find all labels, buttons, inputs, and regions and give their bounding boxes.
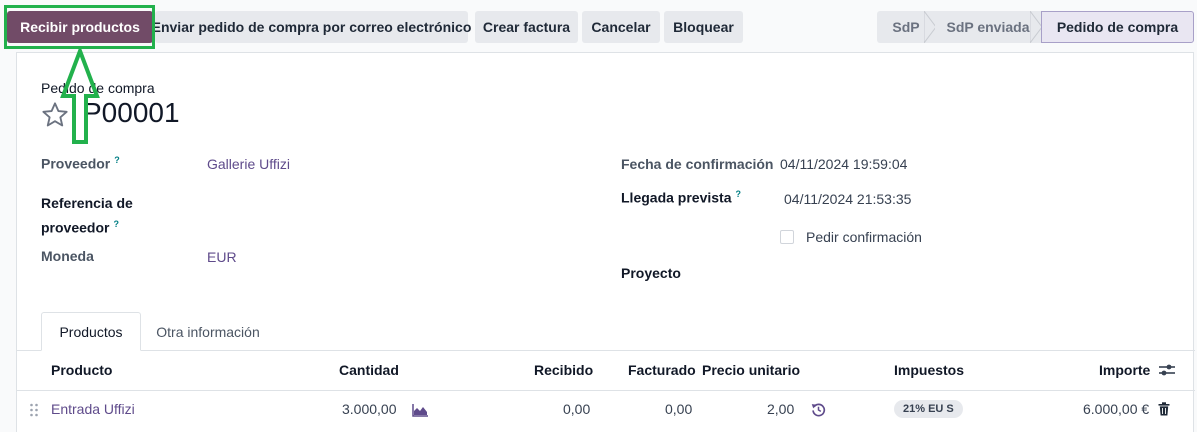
cell-amount: 6.000,00 € — [1083, 401, 1150, 417]
cell-received: 0,00 — [563, 401, 591, 417]
confirmation-date-field[interactable]: 04/11/2024 19:59:04 — [780, 156, 907, 172]
column-header-billed[interactable]: Facturado — [628, 362, 696, 378]
vendor-field[interactable]: Gallerie Uffizi — [207, 156, 290, 172]
vendor-label-text: Proveedor — [41, 155, 111, 172]
tab-products[interactable]: Productos — [41, 312, 141, 351]
cell-product[interactable]: Entrada Uffizi — [51, 401, 135, 417]
confirmation-date-label: Fecha de confirmación — [621, 156, 774, 172]
column-header-taxes[interactable]: Impuestos — [894, 362, 964, 378]
vendor-label: Proveedor? — [41, 155, 120, 172]
currency-label: Moneda — [41, 248, 94, 264]
optional-columns-icon[interactable] — [1158, 362, 1176, 378]
help-icon[interactable]: ? — [113, 219, 119, 229]
cell-quantity[interactable]: 3.000,00 — [342, 401, 397, 417]
vendor-reference-label: Referencia de proveedor? — [41, 193, 133, 239]
ask-confirmation-label: Pedir confirmación — [806, 229, 922, 245]
annotation-arrow-icon — [60, 48, 100, 144]
project-field[interactable] — [780, 263, 1180, 285]
cell-unit-price[interactable]: 2,00 — [767, 401, 794, 417]
stage-rfq[interactable]: SdP — [877, 11, 936, 43]
ask-confirmation-checkbox[interactable] — [780, 230, 794, 244]
expected-arrival-label-text: Llegada prevista — [621, 189, 732, 206]
expected-arrival-label: Llegada prevista? — [621, 189, 741, 206]
tax-badge[interactable]: 21% EU S — [894, 400, 963, 418]
vendor-reference-label-line2: proveedor — [41, 219, 110, 236]
table-row[interactable] — [17, 391, 1195, 431]
column-header-unit-price[interactable]: Precio unitario — [702, 362, 800, 378]
send-po-email-button[interactable]: Enviar pedido de compra por correo elect… — [152, 11, 471, 43]
column-header-received[interactable]: Recibido — [534, 362, 593, 378]
project-label: Proyecto — [621, 265, 681, 281]
column-header-quantity[interactable]: Cantidad — [339, 362, 399, 378]
cell-billed: 0,00 — [665, 401, 693, 417]
drag-handle-icon[interactable] — [29, 403, 39, 417]
stage-purchase-order[interactable]: Pedido de compra — [1041, 11, 1194, 43]
help-icon[interactable]: ? — [736, 189, 742, 199]
status-bar: SdP SdP enviada Pedido de compra — [877, 11, 1194, 43]
vendor-reference-field[interactable] — [207, 193, 567, 215]
expected-arrival-field[interactable]: 04/11/2024 21:53:35 — [784, 191, 911, 207]
trash-icon[interactable] — [1158, 402, 1170, 416]
stage-purchase-order-label: Pedido de compra — [1056, 19, 1179, 35]
help-icon[interactable]: ? — [114, 155, 120, 165]
stage-rfq-sent[interactable]: SdP enviada — [935, 11, 1042, 43]
vendor-reference-label-line1: Referencia de — [41, 195, 133, 211]
stage-rfq-label: SdP — [892, 19, 920, 35]
cancel-button[interactable]: Cancelar — [582, 11, 660, 43]
column-header-amount[interactable]: Importe — [1099, 362, 1150, 378]
column-header-product[interactable]: Producto — [51, 362, 112, 378]
lock-button[interactable]: Bloquear — [664, 11, 743, 43]
receive-products-button[interactable]: Recibir productos — [7, 11, 153, 43]
tab-other-info[interactable]: Otra información — [141, 312, 275, 351]
form-sheet: Pedido de compra P00001 Proveedor? Galle… — [16, 52, 1195, 432]
history-icon[interactable] — [811, 402, 826, 417]
currency-field[interactable]: EUR — [207, 249, 237, 265]
forecast-chart-icon[interactable] — [412, 403, 429, 417]
stage-rfq-sent-label: SdP enviada — [946, 19, 1030, 35]
create-invoice-button[interactable]: Crear factura — [475, 11, 578, 43]
